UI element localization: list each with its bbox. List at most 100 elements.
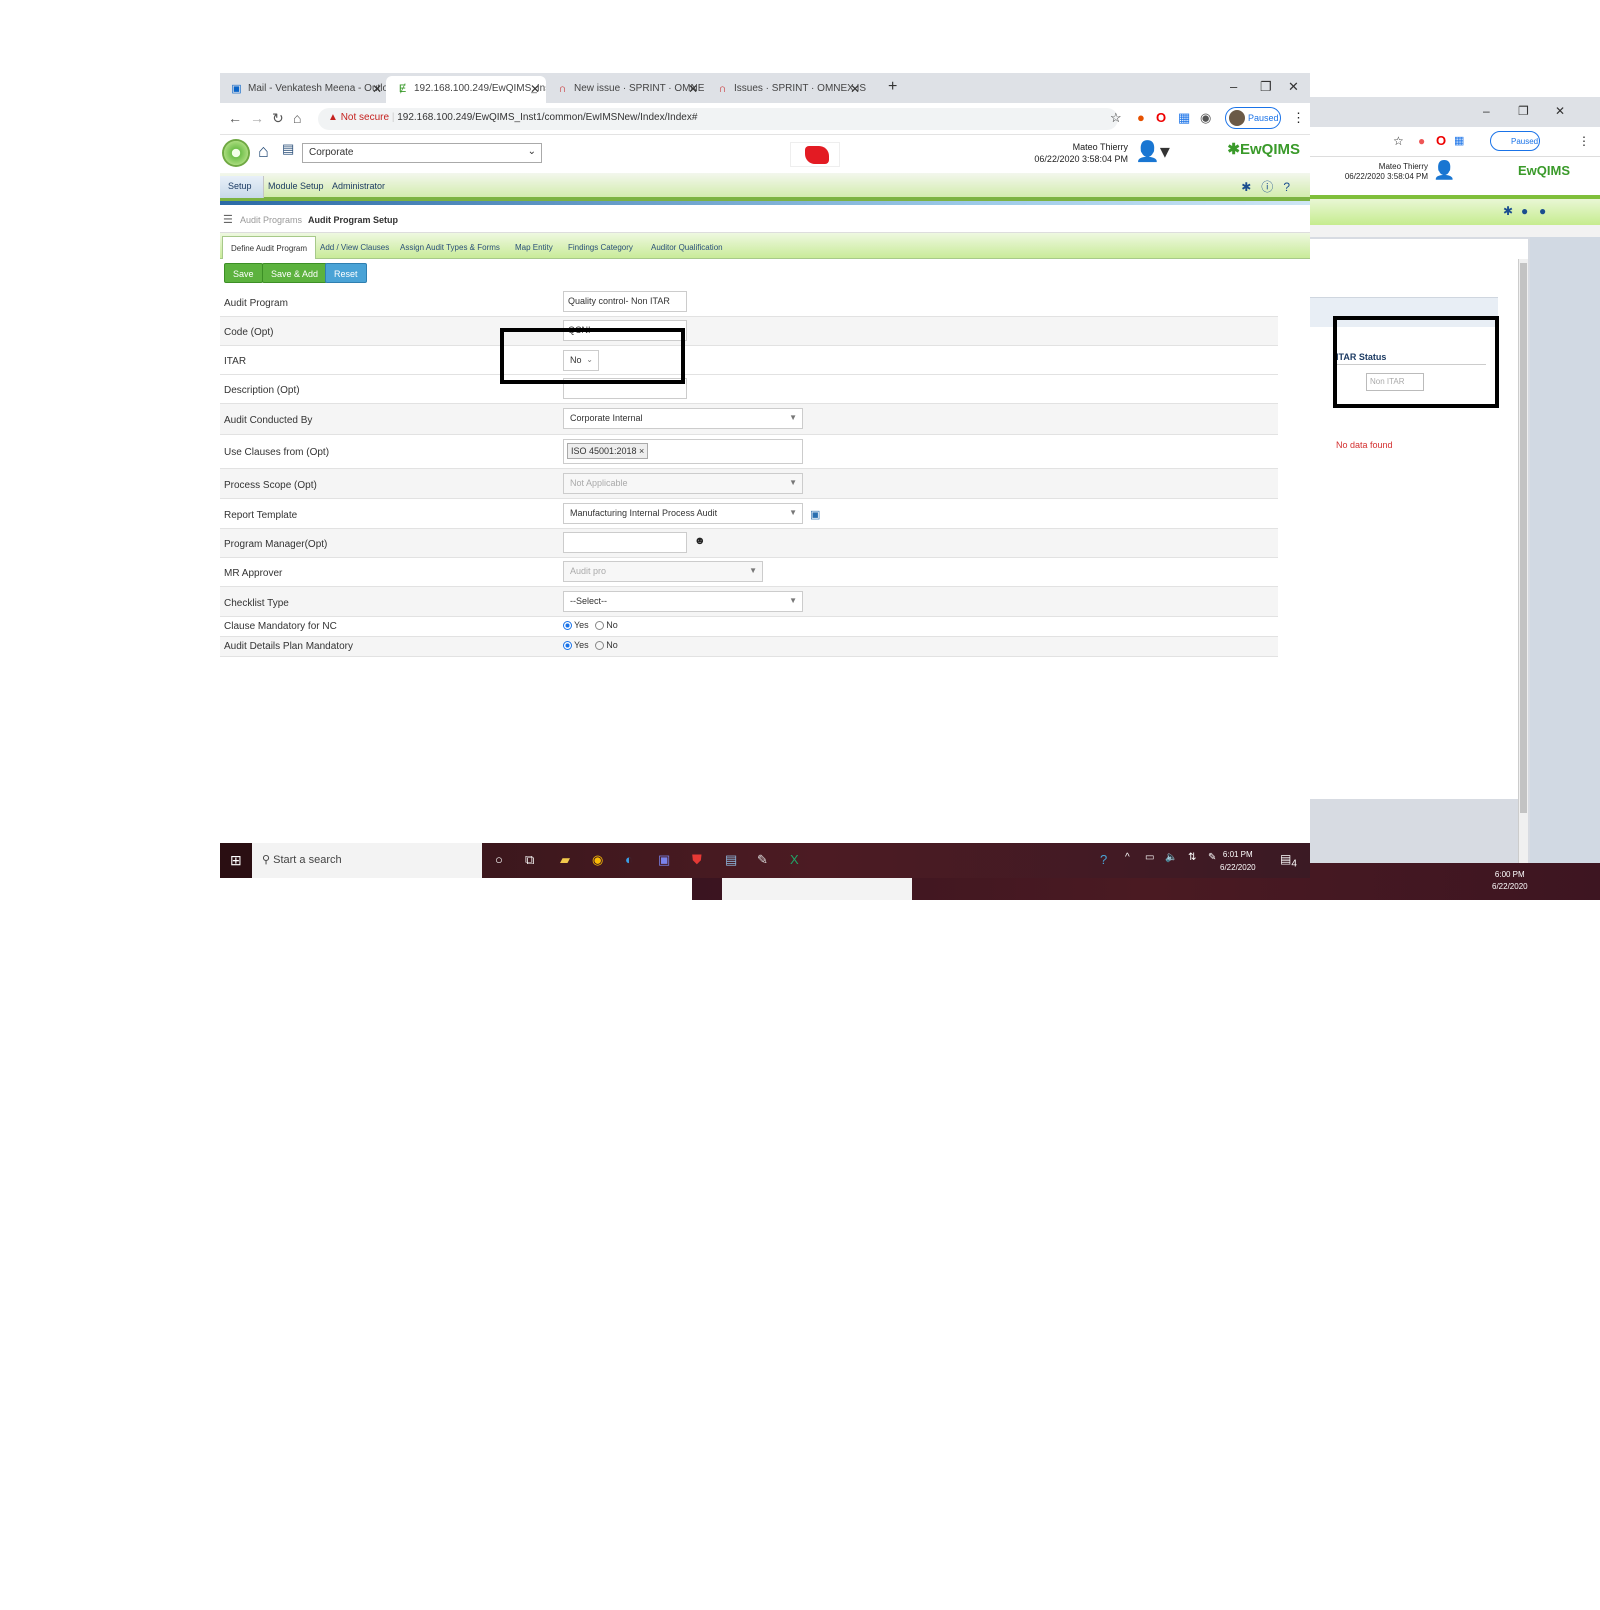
user-menu-icon[interactable]: 👤▾ [1135, 139, 1170, 164]
bg-opera-icon[interactable]: O [1436, 133, 1446, 148]
chevron-up-icon[interactable]: ^ [1125, 852, 1130, 863]
bg-help-icon[interactable]: ● [1539, 204, 1546, 218]
help-tray-icon[interactable]: ? [1100, 852, 1107, 867]
report-template-select[interactable]: Manufacturing Internal Process Audit ▼ [563, 503, 803, 524]
close-window-button[interactable]: ✕ [1288, 79, 1299, 95]
browser-tab-ewqims[interactable]: Ɇ 192.168.100.249/EwQIMS_Inst1/ ✕ [386, 76, 546, 103]
mr-approver-select[interactable]: Audit pro ▼ [563, 561, 763, 582]
menu-setup[interactable]: Setup [220, 176, 264, 198]
bg-scrollbar[interactable] [1518, 259, 1528, 869]
breadcrumb-audit-programs[interactable]: Audit Programs [240, 215, 302, 225]
plan-mandatory-yes-radio[interactable] [563, 641, 572, 651]
home-icon[interactable]: ⌂ [293, 110, 301, 126]
browser-tab-issues[interactable]: ∩ Issues · SPRINT · OMNEX ISSUE ✕ [706, 76, 866, 103]
paint-icon[interactable]: ✎ [757, 852, 768, 868]
task-view-icon[interactable]: ⧉ [525, 852, 534, 868]
battery-icon[interactable]: ▭ [1145, 852, 1154, 863]
close-icon[interactable]: ✕ [530, 82, 540, 96]
app-logo[interactable] [222, 139, 250, 167]
tab-add-view-clauses[interactable]: Add / View Clauses [312, 236, 397, 259]
info-icon[interactable]: ⓘ [1261, 180, 1273, 194]
network-icon[interactable]: ⇅ [1188, 852, 1196, 863]
save-add-button[interactable]: Save & Add [262, 263, 328, 283]
excel-icon[interactable]: X [790, 852, 799, 867]
tab-define-audit-program[interactable]: Define Audit Program [222, 236, 317, 259]
notepad-icon[interactable]: ▤ [725, 852, 737, 868]
windows-start-icon[interactable]: ⊞ [220, 843, 252, 878]
taskbar-clock[interactable]: 6:01 PM 6/22/2020 [1220, 848, 1256, 874]
menu-administrator[interactable]: Administrator [332, 181, 385, 191]
url-omnibox[interactable]: ▲ Not secure | 192.168.100.249/EwQIMS_In… [318, 108, 1118, 130]
bg-minimize-button[interactable]: – [1483, 104, 1490, 118]
bg-extension-icon[interactable]: ● [1418, 134, 1425, 148]
clock-date: 6/22/2020 [1220, 863, 1256, 872]
clause-chip[interactable]: ISO 45001:2018 × [567, 443, 649, 459]
browser-tab-outlook[interactable]: ▣ Mail - Venkatesh Meena - Outlo ✕ [220, 76, 388, 103]
windows-taskbar: ⊞ ⚲ Start a search ○ ⧉ ▰ ◉ ◐ ▣ ⛊ ▤ ✎ X ?… [220, 843, 1310, 878]
chrome-icon[interactable]: ◉ [592, 852, 603, 868]
mr-approver-value: Audit pro [570, 566, 607, 576]
program-manager-input[interactable] [563, 532, 687, 553]
pen-icon[interactable]: ✎ [1208, 852, 1216, 863]
star-icon[interactable]: ☆ [1110, 110, 1122, 126]
user-lookup-icon[interactable]: ☻ [694, 535, 706, 547]
tab-auditor-qualification[interactable]: Auditor Qualification [643, 236, 731, 259]
edge-icon[interactable]: ◐ [625, 852, 633, 867]
plan-mandatory-no-radio[interactable] [595, 641, 605, 651]
shield-icon[interactable]: ⛊ [692, 852, 702, 868]
close-icon[interactable]: ✕ [372, 82, 382, 96]
opera-icon[interactable]: O [1156, 110, 1166, 125]
home-icon[interactable]: ⌂ [258, 141, 269, 162]
taskbar-search[interactable]: ⚲ Start a search [252, 843, 482, 878]
teams-icon[interactable]: ▣ [658, 852, 670, 868]
menu-bar-icons: ✱ ⓘ ? [1241, 178, 1290, 195]
tab-map-entity[interactable]: Map Entity [507, 236, 561, 259]
bg-info-icon[interactable]: ● [1521, 204, 1528, 218]
process-scope-select[interactable]: Not Applicable ▼ [563, 473, 803, 494]
template-preview-icon[interactable]: ▣ [810, 508, 820, 521]
windows-icon[interactable]: ▦ [1178, 110, 1190, 126]
checklist-type-select[interactable]: --Select-- ▼ [563, 591, 803, 612]
organization-select[interactable]: Corporate ⌄ [302, 143, 542, 163]
bg-close-button[interactable]: ✕ [1555, 104, 1565, 118]
close-icon[interactable]: ✕ [850, 82, 860, 96]
conducted-by-select[interactable]: Corporate Internal ▼ [563, 408, 803, 429]
forward-arrow-icon[interactable]: → [250, 110, 264, 126]
tab-findings-category[interactable]: Findings Category [560, 236, 641, 259]
menu-icon[interactable]: ⋮ [1292, 110, 1305, 126]
bg-user-icon[interactable]: 👤 [1433, 160, 1455, 181]
reset-button[interactable]: Reset [325, 263, 367, 283]
bg-profile-button[interactable]: Paused [1490, 131, 1540, 151]
bg-maximize-button[interactable]: ❐ [1518, 104, 1529, 118]
maximize-button[interactable]: ❐ [1260, 79, 1272, 95]
profile-button[interactable]: Paused [1225, 107, 1281, 129]
bg-windows-icon[interactable]: ▦ [1454, 134, 1464, 147]
back-arrow-icon[interactable]: ← [228, 110, 242, 126]
audit-program-input[interactable]: Quality control- Non ITAR [563, 291, 687, 312]
menu-module-setup[interactable]: Module Setup [268, 181, 324, 191]
bg-star-icon[interactable]: ☆ [1393, 134, 1404, 148]
chrome-extension-icon[interactable]: ◉ [1200, 110, 1211, 126]
save-button[interactable]: Save [224, 263, 263, 283]
help-icon[interactable]: ? [1283, 180, 1290, 194]
reload-icon[interactable]: ↻ [272, 110, 284, 127]
new-tab-button[interactable]: + [888, 78, 897, 96]
clause-mandatory-no-radio[interactable] [595, 621, 605, 631]
use-clauses-multiselect[interactable]: ISO 45001:2018 × [563, 439, 803, 464]
close-icon[interactable]: ✕ [688, 82, 698, 96]
minimize-button[interactable]: – [1230, 79, 1237, 94]
browser-tab-new-issue[interactable]: ∩ New issue · SPRINT · OMNEX ISS ✕ [546, 76, 704, 103]
clause-mandatory-yes-radio[interactable] [563, 621, 572, 631]
volume-icon[interactable]: 🔈 [1165, 852, 1177, 863]
bg-menu-icon[interactable]: ⋮ [1578, 134, 1590, 148]
extension-icon[interactable]: ● [1137, 110, 1145, 125]
bg-scrollbar-thumb[interactable] [1520, 263, 1527, 813]
url-text: 192.168.100.249/EwQIMS_Inst1/common/EwIM… [397, 112, 698, 123]
bg-pin-icon[interactable]: ✱ [1503, 204, 1513, 218]
notification-icon[interactable]: ▤4 [1280, 852, 1297, 869]
document-icon[interactable]: ▤ [282, 141, 294, 157]
file-explorer-icon[interactable]: ▰ [560, 852, 570, 868]
cortana-icon[interactable]: ○ [495, 852, 503, 867]
pin-icon[interactable]: ✱ [1241, 180, 1251, 194]
tab-assign-audit-types[interactable]: Assign Audit Types & Forms [392, 236, 508, 259]
